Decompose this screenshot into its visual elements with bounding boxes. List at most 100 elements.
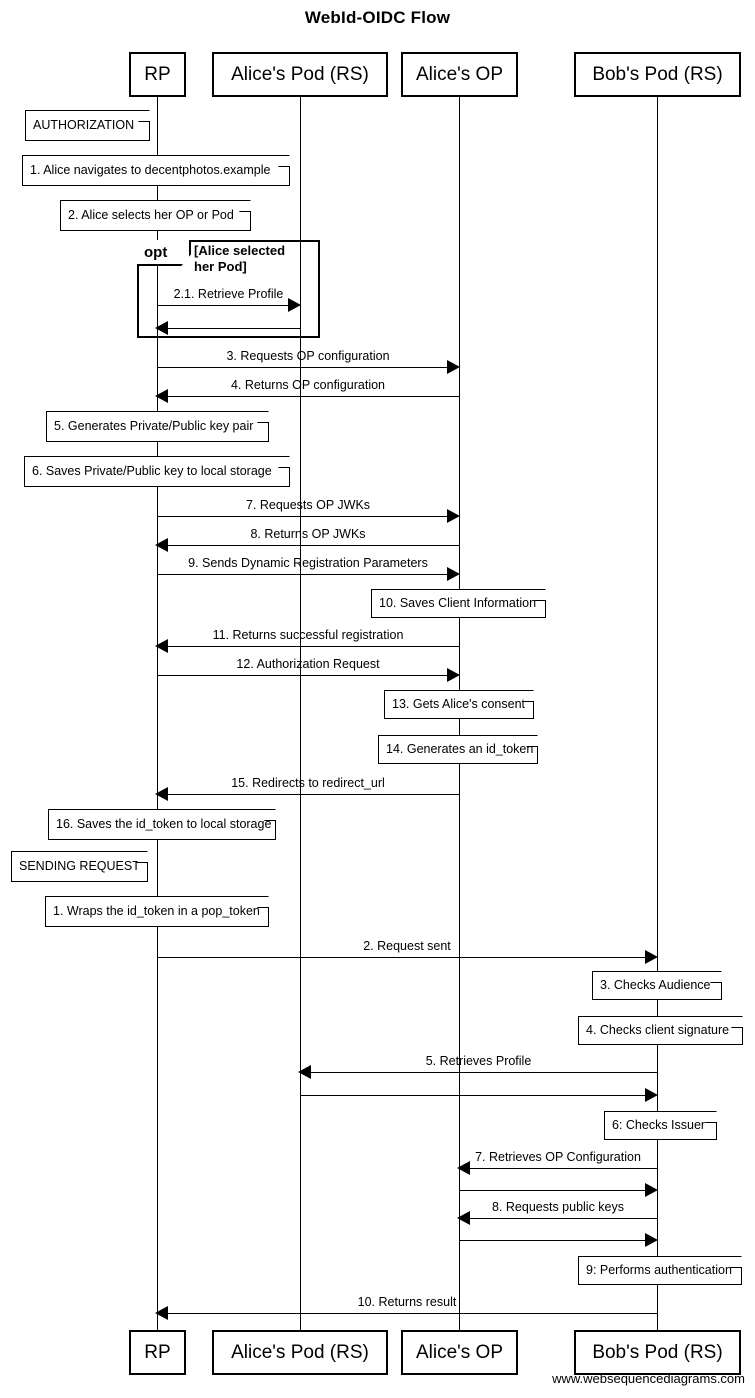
note-text: 1. Wraps the id_token in a pop_token: [53, 904, 260, 919]
participant-label: Alice's Pod (RS): [231, 1342, 369, 1363]
message-line-8-return: [459, 1240, 647, 1241]
note-fold-icon: [526, 735, 538, 747]
message-label-5-retrieves-profile: 5. Retrieves Profile: [425, 1054, 532, 1068]
message-label-8-requests-public-keys: 8. Requests public keys: [491, 1200, 624, 1214]
note-text: 2. Alice selects her OP or Pod: [68, 208, 234, 223]
message-line-7-retrieves-op-config: [459, 1168, 657, 1169]
sequence-diagram: WebId-OIDC Flow RP Alice's Pod (RS) Alic…: [0, 0, 755, 1398]
participant-alices-op-bottom[interactable]: Alice's OP: [401, 1330, 518, 1375]
note-fold-icon: [522, 690, 534, 702]
message-label-4: 4. Returns OP configuration: [230, 378, 386, 392]
note-fold-icon: [264, 809, 276, 821]
note-text: 6. Saves Private/Public key to local sto…: [32, 464, 272, 479]
note-fold-icon: [705, 1111, 717, 1123]
message-line-5-retrieves-profile: [300, 1072, 657, 1073]
note-fold-icon: [278, 456, 290, 468]
participant-rp-top[interactable]: RP: [129, 52, 186, 97]
note-text: SENDING REQUEST: [19, 859, 140, 874]
note-text: 10. Saves Client Information: [379, 596, 537, 611]
note-5-generates-keys: 5. Generates Private/Public key pair: [46, 411, 269, 442]
message-label-10-returns-result: 10. Returns result: [357, 1295, 457, 1309]
note-text: 14. Generates an id_token: [386, 742, 534, 757]
note-fold-icon: [257, 896, 269, 908]
message-label-8: 8. Returns OP JWKs: [250, 527, 366, 541]
note-text: 1. Alice navigates to decentphotos.examp…: [30, 163, 271, 178]
message-line-2-1: [157, 305, 293, 306]
participant-label: Bob's Pod (RS): [592, 64, 723, 85]
message-label-11: 11. Returns successful registration: [212, 628, 404, 642]
note-fold-icon: [138, 110, 150, 122]
note-text: 16. Saves the id_token to local storage: [56, 817, 272, 832]
note-text: 13. Gets Alice's consent: [392, 697, 526, 712]
message-line-5-return: [300, 1095, 647, 1096]
message-label-7-retrieves-op-config: 7. Retrieves OP Configuration: [475, 1150, 641, 1164]
message-label-2-1: 2.1. Retrieve Profile: [173, 287, 284, 301]
note-text: 4. Checks client signature: [586, 1023, 730, 1038]
note-1-navigates: 1. Alice navigates to decentphotos.examp…: [22, 155, 290, 186]
message-line-11: [157, 646, 459, 647]
note-authorization: AUTHORIZATION: [25, 110, 150, 141]
note-text: 9: Performs authentication: [586, 1263, 732, 1278]
note-text: 5. Generates Private/Public key pair: [54, 419, 254, 434]
participant-label: Bob's Pod (RS): [592, 1342, 723, 1363]
message-line-3: [157, 367, 449, 368]
note-fold-icon: [278, 155, 290, 167]
lifeline-bobs-pod: [657, 96, 658, 1336]
note-fold-icon: [239, 200, 251, 212]
participant-label: Alice's Pod (RS): [231, 64, 369, 85]
note-sending-request: SENDING REQUEST: [11, 851, 148, 882]
note-text: 6: Checks Issuer: [612, 1118, 706, 1133]
note-13-consent: 13. Gets Alice's consent: [384, 690, 534, 719]
note-fold-icon: [257, 411, 269, 423]
message-label-7: 7. Requests OP JWKs: [245, 498, 371, 512]
fragment-opt-tab: opt: [137, 240, 191, 266]
note-fold-icon: [731, 1016, 743, 1028]
note-6-checks-issuer: 6: Checks Issuer: [604, 1111, 717, 1140]
message-line-9: [157, 574, 449, 575]
page-title: WebId-OIDC Flow: [304, 8, 451, 27]
participant-alices-pod-top[interactable]: Alice's Pod (RS): [212, 52, 388, 97]
arrowhead-right: [645, 1183, 658, 1197]
note-3-checks-audience: 3. Checks Audience: [592, 971, 722, 1000]
participant-label: Alice's OP: [415, 1342, 504, 1363]
note-1-wraps-id-token: 1. Wraps the id_token in a pop_token: [45, 896, 269, 927]
message-label-2-request-sent: 2. Request sent: [363, 939, 451, 953]
note-text: AUTHORIZATION: [33, 118, 135, 133]
message-line-2-request-sent: [157, 957, 647, 958]
arrowhead-left: [155, 321, 168, 335]
note-4-checks-signature: 4. Checks client signature: [578, 1016, 743, 1045]
participant-label: RP: [144, 64, 171, 85]
note-9-performs-authentication: 9: Performs authentication: [578, 1256, 742, 1285]
message-line-2-1-return: [157, 328, 300, 329]
message-label-15: 15. Redirects to redirect_url: [231, 776, 385, 790]
message-label-12: 12. Authorization Request: [236, 657, 380, 671]
message-line-4: [157, 396, 459, 397]
message-line-7-return: [459, 1190, 647, 1191]
arrowhead-right: [645, 1088, 658, 1102]
fragment-opt-condition: [Alice selected her Pod]: [194, 243, 286, 274]
note-fold-icon: [534, 589, 546, 601]
participant-bobs-pod-top[interactable]: Bob's Pod (RS): [574, 52, 741, 97]
participant-alices-pod-bottom[interactable]: Alice's Pod (RS): [212, 1330, 388, 1375]
participant-label: RP: [144, 1342, 171, 1363]
message-label-3: 3. Requests OP configuration: [226, 349, 390, 363]
participant-label: Alice's OP: [415, 64, 504, 85]
participant-alices-op-top[interactable]: Alice's OP: [401, 52, 518, 97]
message-line-8-requests-public-keys: [459, 1218, 657, 1219]
message-line-15: [157, 794, 459, 795]
message-line-7: [157, 516, 449, 517]
note-text: 3. Checks Audience: [600, 978, 711, 993]
note-2-selects: 2. Alice selects her OP or Pod: [60, 200, 251, 231]
participant-bobs-pod-bottom[interactable]: Bob's Pod (RS): [574, 1330, 741, 1375]
arrowhead-right: [645, 1233, 658, 1247]
message-line-12: [157, 675, 449, 676]
message-label-9: 9. Sends Dynamic Registration Parameters: [188, 556, 428, 570]
message-line-8: [157, 545, 459, 546]
fragment-keyword: opt: [144, 243, 168, 261]
note-fold-icon: [710, 971, 722, 983]
message-line-10-returns-result: [157, 1313, 657, 1314]
note-14-generates-id-token: 14. Generates an id_token: [378, 735, 538, 764]
participant-rp-bottom[interactable]: RP: [129, 1330, 186, 1375]
note-fold-icon: [136, 851, 148, 863]
note-16-saves-id-token: 16. Saves the id_token to local storage: [48, 809, 276, 840]
